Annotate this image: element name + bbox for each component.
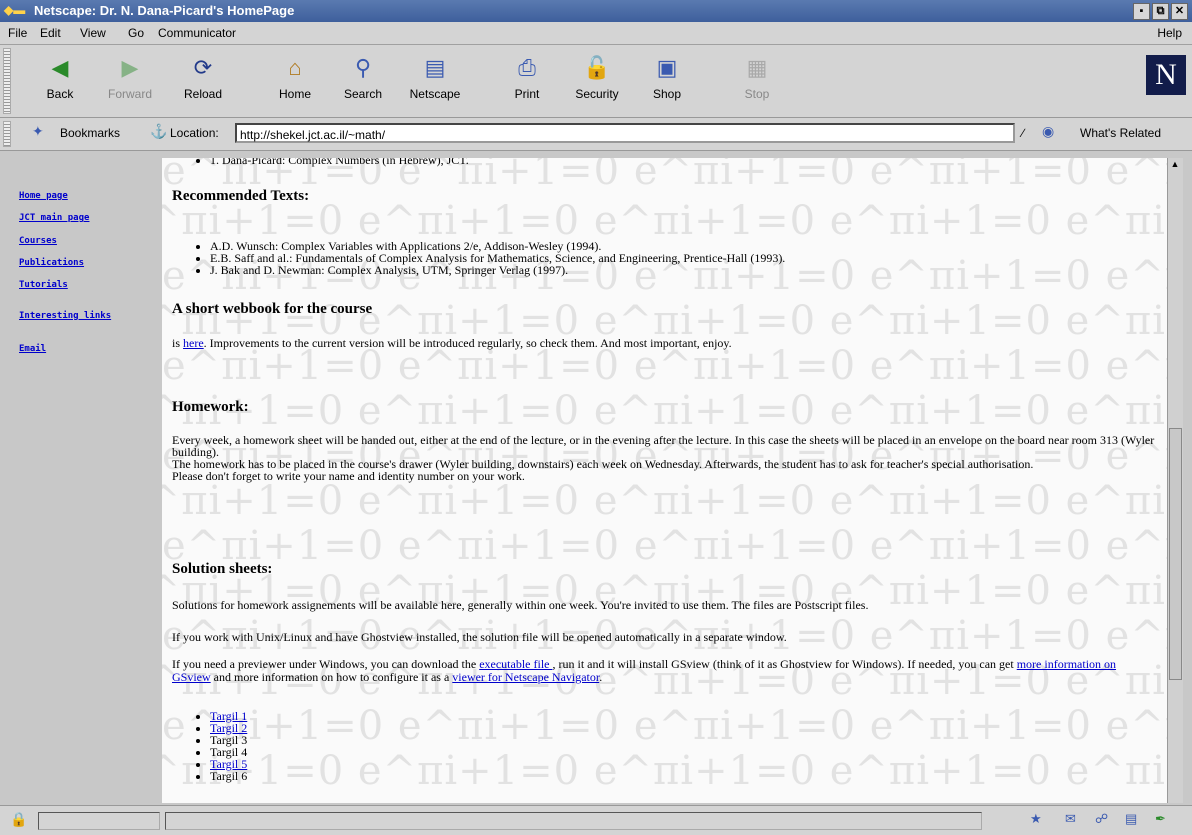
watermark-row: e^πi+1=0 e^πi+1=0 e^πi+1=0 e^πi+1=0 e^πi…: [162, 748, 1167, 794]
security-icon: 🔓: [583, 55, 611, 80]
homework-paragraph: Every week, a homework sheet will be han…: [172, 434, 1157, 482]
webbook-heading: A short webbook for the course: [172, 301, 373, 317]
menu-view[interactable]: View: [80, 26, 106, 40]
maximize-icon[interactable]: ⧉: [1152, 3, 1169, 20]
menu-file[interactable]: File: [8, 26, 27, 40]
solutions-paragraph: Solutions for homework assignements will…: [172, 598, 869, 612]
menu-bar: File Edit View Go Communicator Help: [0, 22, 1192, 45]
composer-icon[interactable]: ✒: [1155, 811, 1166, 827]
status-bar: 🔒 ★ ✉ ☍ ▤ ✒: [0, 805, 1192, 835]
webbook-here-link[interactable]: here: [183, 336, 204, 350]
location-dropdown-icon[interactable]: ∕: [1022, 126, 1024, 140]
whats-related-button[interactable]: What's Related: [1080, 126, 1161, 140]
search-icon: ⚲: [354, 55, 372, 80]
home-button[interactable]: ⌂ Home: [260, 51, 330, 113]
print-button[interactable]: ⎙ Print: [492, 51, 562, 113]
sidebar-link-jct-main-page[interactable]: JCT main page: [19, 213, 89, 223]
homework-text: Please don't forget to write your name a…: [172, 469, 525, 483]
sidebar-link-interesting-links[interactable]: Interesting links: [19, 311, 111, 321]
minimize-icon[interactable]: ▪: [1133, 3, 1150, 20]
reload-button[interactable]: ⟳ Reload: [168, 51, 238, 113]
toolbar-grip[interactable]: [3, 48, 11, 114]
window-controls: ▪ ⧉ ✕: [1133, 3, 1188, 20]
targil-list: Targil 1 Targil 2 Targil 3 Targil 4 Targ…: [190, 710, 247, 782]
search-button[interactable]: ⚲ Search: [328, 51, 398, 113]
back-icon: ◀: [51, 55, 69, 80]
homework-text: Every week, a homework sheet will be han…: [172, 433, 1155, 459]
location-icon: ⚓: [150, 123, 168, 139]
reload-icon: ⟳: [193, 55, 213, 80]
list-item: J. Bak and D. Newman: Complex Analysis, …: [210, 264, 785, 276]
netscape-button[interactable]: ▤ Netscape: [400, 51, 470, 113]
solutions-text: , run it and it will install GSview (thi…: [552, 657, 1017, 671]
solutions-heading: Solution sheets:: [172, 561, 273, 577]
forward-icon: ▶: [121, 55, 139, 80]
sidebar-link-home-page[interactable]: Home page: [19, 191, 68, 201]
shop-icon: ▣: [656, 55, 678, 80]
sidebar-link-email[interactable]: Email: [19, 344, 46, 354]
shop-button[interactable]: ▣ Shop: [632, 51, 702, 113]
scroll-up-arrow-icon[interactable]: ▲: [1169, 159, 1181, 171]
menu-go[interactable]: Go: [128, 26, 144, 40]
netscape-icon: ▤: [424, 55, 446, 80]
solutions-text: and more information on how to configure…: [210, 670, 453, 684]
print-icon: ⎙: [518, 55, 536, 80]
location-input[interactable]: http://shekel.jct.ac.il/~math/: [235, 123, 1015, 143]
recommended-heading: Recommended Texts:: [172, 188, 310, 204]
homework-heading: Homework:: [172, 399, 249, 415]
reference-list: 1. Dana-Picard: Complex Numbers (in Hebr…: [190, 158, 469, 166]
menu-communicator[interactable]: Communicator: [158, 26, 236, 40]
security-lock-icon[interactable]: 🔒: [10, 811, 27, 828]
location-label: Location:: [170, 126, 219, 140]
solutions-text: If you need a previewer under Windows, y…: [172, 657, 480, 671]
vertical-scrollbar[interactable]: ▲: [1167, 158, 1183, 803]
mail-icon[interactable]: ✉: [1065, 811, 1076, 827]
stop-icon: ▦: [746, 55, 768, 80]
location-bar: ✦ Bookmarks ⚓ Location: http://shekel.jc…: [0, 118, 1192, 151]
sidebar-link-tutorials[interactable]: Tutorials: [19, 280, 68, 290]
navigation-toolbar: ◀ Back ▶ Forward ⟳ Reload ⌂ Home ⚲ Searc…: [0, 45, 1192, 118]
webbook-text: is: [172, 336, 184, 350]
executable-file-link[interactable]: executable file: [479, 657, 552, 671]
back-button[interactable]: ◀ Back: [25, 51, 95, 113]
bookmarks-icon: ✦: [32, 123, 44, 139]
solutions-paragraph: If you need a previewer under Windows, y…: [172, 658, 1157, 684]
sidebar-link-courses[interactable]: Courses: [19, 236, 57, 246]
sidebar-frame: Home page JCT main page Courses Publicat…: [10, 158, 160, 803]
close-icon[interactable]: ✕: [1171, 3, 1188, 20]
webbook-text: . Improvements to the current version wi…: [203, 336, 732, 350]
list-item: Targil 6: [210, 770, 247, 782]
content-frame: e^πi+1=0 e^πi+1=0 e^πi+1=0 e^πi+1=0 e^πi…: [162, 158, 1167, 803]
menu-help[interactable]: Help: [1157, 26, 1182, 40]
window-titlebar: ◆▬ Netscape: Dr. N. Dana-Picard's HomePa…: [0, 0, 1192, 22]
security-button[interactable]: 🔓 Security: [562, 51, 632, 113]
navigator-icon[interactable]: ★: [1030, 811, 1042, 827]
scrollbar-thumb[interactable]: [1169, 428, 1182, 680]
status-message: [165, 812, 982, 830]
webbook-paragraph: is here. Improvements to the current ver…: [172, 336, 732, 351]
targil-6-text: Targil 6: [210, 769, 248, 783]
recommended-list: A.D. Wunsch: Complex Variables with Appl…: [190, 240, 785, 276]
location-grip[interactable]: [3, 121, 11, 147]
whats-related-icon: ◉: [1042, 123, 1055, 139]
menu-edit[interactable]: Edit: [40, 26, 61, 40]
netscape-viewer-link[interactable]: viewer for Netscape Navigator: [452, 670, 599, 684]
solutions-paragraph: If you work with Unix/Linux and have Gho…: [172, 630, 787, 644]
list-item: 1. Dana-Picard: Complex Numbers (in Hebr…: [210, 158, 469, 166]
sidebar-link-publications[interactable]: Publications: [19, 258, 84, 268]
newsgroups-icon[interactable]: ☍: [1095, 811, 1108, 827]
address-book-icon[interactable]: ▤: [1125, 811, 1137, 827]
solutions-text: .: [599, 670, 603, 684]
home-icon: ⌂: [288, 55, 302, 80]
netscape-window-icon[interactable]: ◆▬: [4, 3, 32, 19]
window-title: Netscape: Dr. N. Dana-Picard's HomePage: [34, 3, 295, 18]
forward-button[interactable]: ▶ Forward: [95, 51, 165, 113]
netscape-logo[interactable]: N: [1146, 55, 1186, 95]
status-progress: [38, 812, 160, 830]
bookmarks-button[interactable]: Bookmarks: [60, 126, 120, 140]
stop-button[interactable]: ▦ Stop: [722, 51, 792, 113]
